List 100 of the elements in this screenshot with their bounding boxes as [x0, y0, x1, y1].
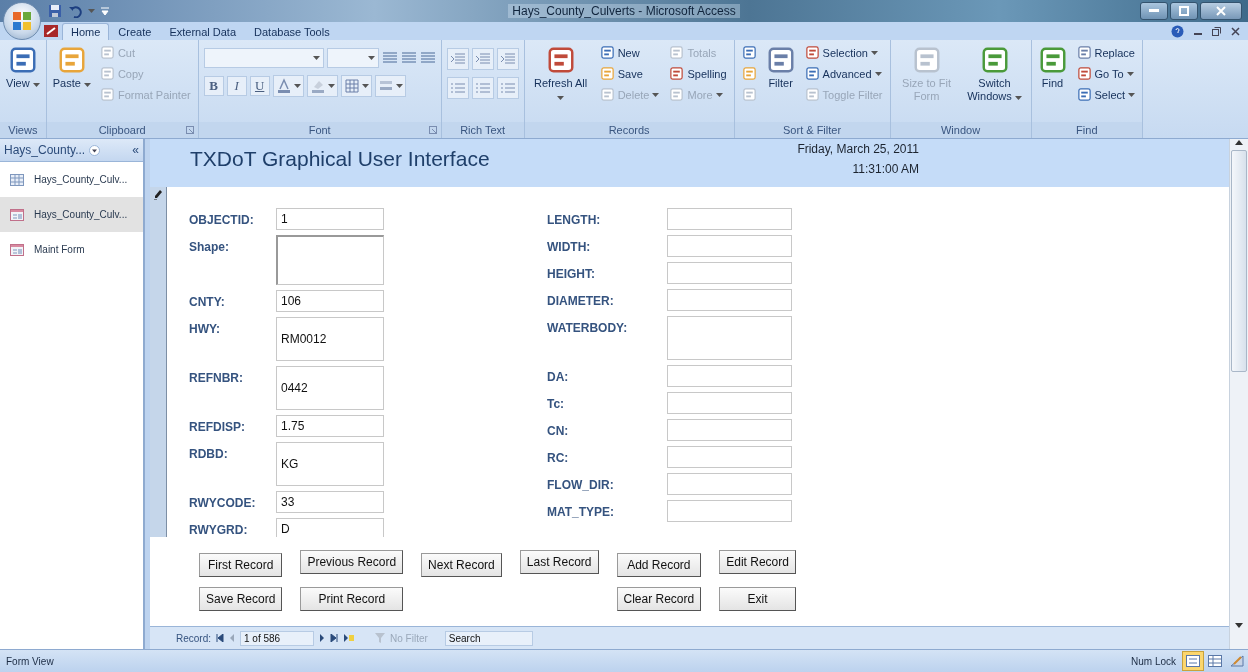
- ribbon-tab[interactable]: Home: [62, 23, 110, 40]
- text-field[interactable]: 106: [276, 290, 384, 312]
- nav-item[interactable]: Maint Form: [0, 232, 143, 267]
- first-record-icon[interactable]: [216, 634, 224, 642]
- align-icon[interactable]: [381, 51, 398, 65]
- form-button[interactable]: Clear Record: [616, 587, 702, 611]
- grid-icon: [343, 78, 360, 94]
- close-button[interactable]: [1200, 2, 1242, 20]
- indent-button[interactable]: [446, 48, 469, 70]
- last-record-icon[interactable]: [330, 634, 338, 642]
- restore-icon[interactable]: [1212, 27, 1221, 36]
- form-button[interactable]: Previous Record: [300, 550, 404, 574]
- form-button[interactable]: Exit: [719, 587, 796, 611]
- form-button[interactable]: Last Record: [519, 550, 599, 574]
- text-field[interactable]: 1.75: [276, 415, 384, 437]
- ribbon-button[interactable]: New: [597, 43, 662, 62]
- ribbon-button[interactable]: Advanced: [802, 64, 885, 83]
- text-field[interactable]: RM0012: [276, 317, 384, 361]
- scrollbar[interactable]: [1229, 139, 1248, 649]
- ribbon-button[interactable]: Paste: [51, 43, 92, 92]
- text-field[interactable]: 33: [276, 491, 384, 513]
- text-field[interactable]: [667, 316, 792, 360]
- indent-button[interactable]: [496, 48, 519, 70]
- text-field[interactable]: [667, 289, 792, 311]
- list-icon: [449, 81, 466, 95]
- form-button[interactable]: Add Record: [616, 553, 702, 577]
- form-button[interactable]: First Record: [199, 553, 283, 577]
- text-field[interactable]: [667, 473, 792, 495]
- ribbon-tab[interactable]: Create: [109, 23, 161, 40]
- ribbon-button[interactable]: View: [5, 43, 41, 92]
- next-record-icon[interactable]: [319, 634, 325, 642]
- image-field[interactable]: [276, 235, 384, 285]
- form-button[interactable]: Edit Record: [719, 550, 796, 574]
- record-selector[interactable]: [150, 187, 167, 537]
- list-button[interactable]: [446, 77, 469, 99]
- list-button[interactable]: [496, 77, 519, 99]
- form-button[interactable]: Save Record: [199, 587, 283, 611]
- text-field[interactable]: KG: [276, 442, 384, 486]
- record-position-field[interactable]: 1 of 586: [240, 630, 314, 646]
- text-field[interactable]: 1: [276, 208, 384, 230]
- format-button[interactable]: B: [203, 76, 224, 96]
- text-field[interactable]: [667, 419, 792, 441]
- font-color-button[interactable]: [272, 75, 304, 97]
- search-field[interactable]: Search: [444, 630, 533, 646]
- fill-color-button[interactable]: [306, 75, 338, 97]
- alternate-fill-button[interactable]: [374, 75, 406, 97]
- customize-icon[interactable]: [101, 7, 109, 15]
- field-label: RWYCODE:: [189, 495, 257, 510]
- text-field[interactable]: [667, 392, 792, 414]
- restore-button[interactable]: [1170, 2, 1198, 20]
- minimize-button[interactable]: [1140, 2, 1168, 20]
- ribbon-button[interactable]: Filter: [764, 43, 797, 92]
- align-icon[interactable]: [419, 51, 436, 65]
- close-icon[interactable]: [1231, 27, 1240, 36]
- format-button[interactable]: I: [226, 76, 247, 96]
- text-field[interactable]: [667, 262, 792, 284]
- scroll-thumb[interactable]: [1231, 150, 1247, 372]
- undo-icon[interactable]: [68, 4, 82, 18]
- new-record-icon[interactable]: [343, 634, 354, 642]
- collapse-button[interactable]: «: [132, 143, 139, 157]
- save-icon[interactable]: [48, 4, 62, 18]
- dialog-launcher-icon[interactable]: [428, 126, 437, 134]
- ribbon-tab[interactable]: Database Tools: [245, 23, 339, 40]
- nav-item[interactable]: Hays_County_Culv...: [0, 162, 143, 197]
- ribbon-button[interactable]: Replace: [1074, 43, 1138, 62]
- help-icon[interactable]: [1171, 25, 1184, 38]
- ribbon-tab[interactable]: External Data: [160, 23, 246, 40]
- ribbon-button[interactable]: Spelling: [667, 64, 729, 83]
- indent-button[interactable]: [471, 48, 494, 70]
- text-field[interactable]: [667, 365, 792, 387]
- ribbon-button[interactable]: Switch Windows: [963, 43, 1026, 105]
- window-title: Hays_County_Culverts - Microsoft Access: [508, 4, 740, 18]
- ribbon-button[interactable]: Select: [1074, 85, 1138, 104]
- dropdown-icon[interactable]: [89, 144, 101, 156]
- group-label: Sort & Filter: [783, 124, 842, 136]
- text-field[interactable]: D: [276, 518, 384, 537]
- text-field[interactable]: [667, 208, 792, 230]
- font-size-combo[interactable]: [326, 48, 379, 68]
- ribbon-button[interactable]: Refresh All: [529, 43, 592, 105]
- format-button[interactable]: U: [249, 76, 270, 96]
- gridlines-button[interactable]: [340, 75, 372, 97]
- ribbon-button[interactable]: Save: [597, 64, 662, 83]
- dialog-launcher-icon[interactable]: [185, 126, 194, 134]
- font-name-combo[interactable]: [203, 48, 324, 68]
- ribbon-button[interactable]: Find: [1036, 43, 1069, 92]
- previous-record-icon[interactable]: [229, 634, 235, 642]
- list-button[interactable]: [471, 77, 494, 99]
- align-icon[interactable]: [400, 51, 417, 65]
- text-field[interactable]: [667, 235, 792, 257]
- form-button[interactable]: Next Record: [421, 553, 502, 577]
- text-field[interactable]: 0442: [276, 366, 384, 410]
- ribbon-button[interactable]: Go To: [1074, 64, 1138, 83]
- text-field[interactable]: [667, 446, 792, 468]
- scroll-down-icon[interactable]: [1234, 621, 1244, 629]
- text-field[interactable]: [667, 500, 792, 522]
- nav-item[interactable]: Hays_County_Culv...: [0, 197, 143, 232]
- nav-pane-title[interactable]: Hays_County...: [4, 143, 86, 157]
- form-button[interactable]: Print Record: [300, 587, 404, 611]
- view-button[interactable]: [1182, 651, 1204, 671]
- ribbon-button[interactable]: Selection: [802, 43, 885, 62]
